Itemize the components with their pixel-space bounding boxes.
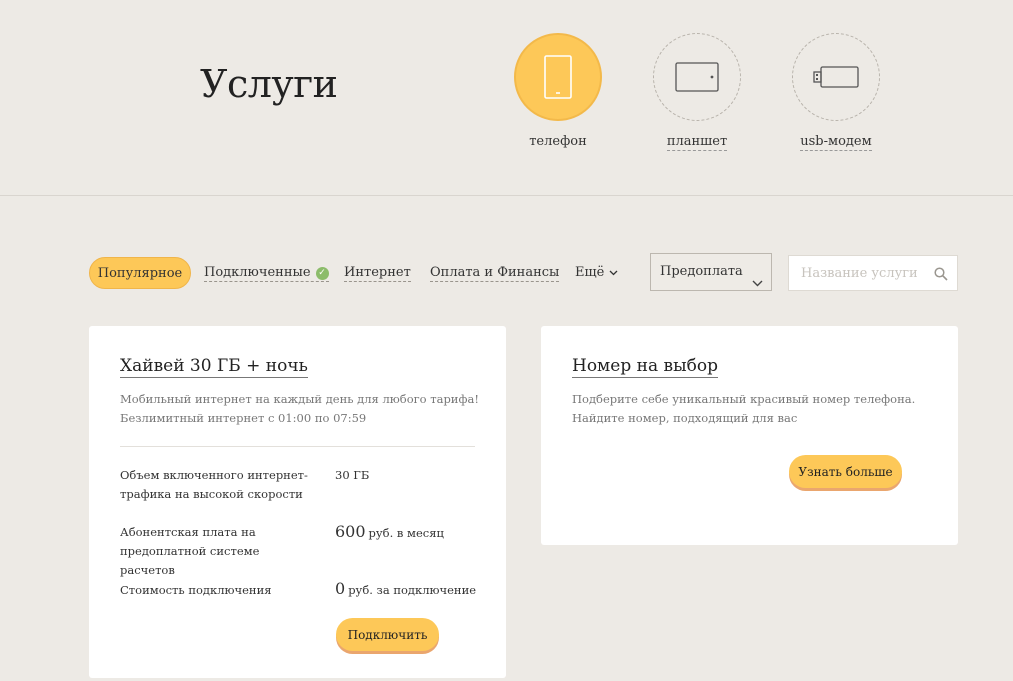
device-phone-tab[interactable]: телефон (514, 33, 602, 150)
price-amount: 0 (335, 579, 346, 598)
service-search (788, 255, 958, 291)
device-circle (514, 33, 602, 121)
param-value-fee: 600 руб. в месяц (335, 522, 444, 541)
page-title: Услуги (200, 62, 338, 106)
card-title-link[interactable]: Хайвей 30 ГБ + ночь (120, 355, 308, 378)
price-unit: руб. в месяц (368, 526, 444, 540)
service-card-highway: Хайвей 30 ГБ + ночь Мобильный интернет н… (89, 326, 506, 678)
label-line: трафика на высокой скорости (120, 487, 303, 501)
tablet-icon (675, 62, 719, 92)
tab-popular[interactable]: Популярное (89, 257, 191, 289)
description-line: Найдите номер, подходящий для вас (572, 411, 798, 425)
description-line: Мобильный интернет на каждый день для лю… (120, 392, 479, 406)
param-label-fee: Абонентская плата на предоплатной систем… (120, 523, 310, 580)
param-label-traffic: Объем включенного интернет- трафика на в… (120, 466, 310, 504)
card-description: Подберите себе уникальный красивый номер… (572, 390, 932, 428)
label-line: Стоимость подключения (120, 583, 272, 597)
service-card-number-choice: Номер на выбор Подберите себе уникальный… (541, 326, 958, 545)
tab-connected[interactable]: Подключенные ✓ (204, 265, 329, 282)
card-title-link[interactable]: Номер на выбор (572, 355, 718, 378)
device-tablet-tab[interactable]: планшет (653, 33, 741, 151)
device-label: планшет (666, 134, 728, 151)
device-label: usb-модем (800, 134, 872, 151)
device-usb-modem-tab[interactable]: usb-модем (792, 33, 880, 151)
select-value: Предоплата (660, 264, 743, 279)
description-line: Подберите себе уникальный красивый номер… (572, 392, 916, 406)
search-input[interactable] (789, 256, 929, 290)
usb-modem-icon (813, 66, 859, 88)
device-circle (653, 33, 741, 121)
search-icon[interactable] (934, 266, 948, 285)
check-icon: ✓ (315, 267, 329, 280)
payment-type-select[interactable]: Предоплата (650, 253, 772, 291)
connect-button[interactable]: Подключить (336, 618, 439, 651)
param-value-connection: 0 руб. за подключение (335, 579, 476, 598)
services-header: Услуги телефон планшет usb-модем (0, 0, 1013, 196)
phone-icon (544, 55, 572, 99)
label-line: Объем включенного интернет- (120, 468, 308, 482)
chevron-down-icon (752, 266, 763, 302)
price-amount: 600 (335, 522, 366, 541)
filter-bar: Популярное Подключенные ✓ Интернет Оплата… (89, 253, 959, 291)
param-label-connection: Стоимость подключения (120, 581, 310, 600)
device-label: телефон (529, 134, 587, 149)
chevron-down-icon (606, 268, 618, 279)
divider (120, 446, 475, 447)
tab-payment-finance[interactable]: Оплата и Финансы (430, 265, 560, 282)
more-label: Ещё (575, 265, 605, 280)
price-unit: руб. за подключение (348, 583, 477, 597)
param-value-traffic: 30 ГБ (335, 468, 370, 482)
label-line: предоплатной системе расчетов (120, 544, 260, 577)
card-description: Мобильный интернет на каждый день для лю… (120, 390, 480, 428)
device-circle (792, 33, 880, 121)
learn-more-button[interactable]: Узнать больше (789, 455, 902, 488)
description-line: Безлимитный интернет с 01:00 по 07:59 (120, 411, 367, 425)
label-line: Абонентская плата на (120, 525, 256, 539)
more-dropdown[interactable]: Ещё (575, 265, 618, 280)
tab-label: Подключенные (204, 265, 311, 280)
tab-internet[interactable]: Интернет (344, 265, 411, 282)
